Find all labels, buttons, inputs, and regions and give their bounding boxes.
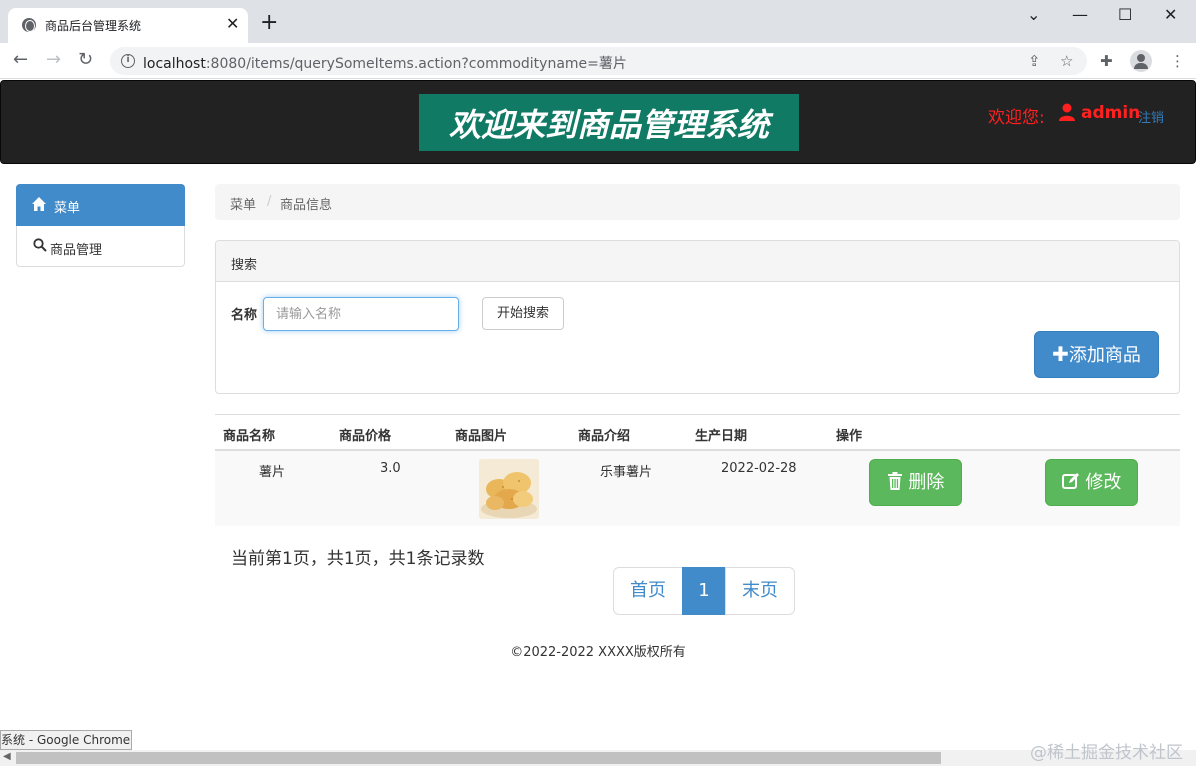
page-header: 欢迎来到商品管理系统 欢迎您: admin 注销 [0, 80, 1196, 164]
edit-label: 修改 [1085, 472, 1122, 493]
reload-icon[interactable]: ↻ [78, 50, 93, 70]
edit-button[interactable]: 修改 [1045, 459, 1138, 506]
panel-heading: 搜索 [216, 241, 1179, 282]
name-label: 名称 [231, 308, 258, 323]
search-button[interactable]: 开始搜索 [482, 297, 564, 330]
product-name: 薯片 [259, 465, 286, 480]
address-bar[interactable]: i localhost:8080/items/querySomeItems.ac… [110, 47, 1087, 75]
home-icon [32, 197, 46, 211]
footer-copyright: ©2022-2022 XXXX版权所有 [510, 645, 686, 660]
close-window-button[interactable]: ✕ [1164, 6, 1177, 24]
first-page-button[interactable]: 首页 [613, 567, 683, 615]
tab-title: 商品后台管理系统 [45, 19, 142, 33]
plus-icon: ✚ [1052, 342, 1069, 366]
breadcrumb-separator: / [267, 194, 272, 209]
search-panel: 搜索 名称 开始搜索 ✚添加商品 [215, 240, 1180, 394]
column-header: 商品名称 [223, 429, 276, 444]
trash-icon [887, 472, 902, 490]
browser-tab-bar: 商品后台管理系统 ✕ + ⌄ — ☐ ✕ [0, 0, 1196, 43]
url-path: :8080/items/querySomeItems.action?commod… [205, 56, 627, 72]
username: admin [1081, 103, 1141, 123]
info-icon[interactable]: i [121, 54, 135, 68]
product-price: 3.0 [380, 461, 401, 476]
add-product-label: 添加商品 [1068, 345, 1141, 366]
sidebar-item-label: 商品管理 [50, 243, 103, 258]
browser-toolbar: ← → ↻ i localhost:8080/items/querySomeIt… [0, 43, 1196, 79]
delete-label: 删除 [908, 472, 945, 493]
minimize-button[interactable]: — [1072, 6, 1088, 24]
product-image [479, 459, 539, 519]
tab-close-icon[interactable]: ✕ [226, 15, 239, 33]
breadcrumb-item-current: 商品信息 [280, 198, 333, 213]
forward-arrow-icon[interactable]: → [46, 50, 61, 70]
search-icon [33, 238, 47, 252]
user-icon [1059, 103, 1075, 121]
table-row: 薯片 3.0 乐事薯片 2022-02-28 删除 修改 [215, 451, 1180, 526]
more-menu-icon[interactable]: ⋮ [1170, 52, 1185, 70]
back-arrow-icon[interactable]: ← [13, 50, 28, 70]
sidebar-menu: 菜单 商品管理 [16, 184, 185, 267]
product-table: 商品名称 商品价格 商品图片 商品介绍 生产日期 操作 薯片 3.0 乐事薯片 … [215, 414, 1180, 526]
current-page-button[interactable]: 1 [682, 567, 726, 615]
column-header: 商品价格 [339, 429, 392, 444]
breadcrumb-item[interactable]: 菜单 [230, 194, 256, 213]
scrollbar-thumb[interactable] [16, 752, 941, 764]
logout-link[interactable]: 注销 [1138, 107, 1164, 126]
chevron-down-icon[interactable]: ⌄ [1027, 6, 1040, 24]
add-product-button[interactable]: ✚添加商品 [1034, 331, 1159, 378]
horizontal-scrollbar[interactable]: ◀ [0, 750, 1196, 766]
breadcrumb: 菜单 / 商品信息 [215, 184, 1180, 220]
url-text[interactable]: localhost:8080/items/querySomeItems.acti… [143, 53, 627, 73]
edit-icon [1061, 473, 1079, 489]
page-info: 当前第1页，共1页，共1条记录数 [231, 549, 485, 569]
last-page-button[interactable]: 末页 [725, 567, 795, 615]
extensions-icon[interactable]: ✚ [1100, 52, 1113, 70]
browser-tab[interactable]: 商品后台管理系统 ✕ [8, 8, 248, 43]
delete-button[interactable]: 删除 [869, 459, 962, 506]
production-date: 2022-02-28 [721, 461, 797, 476]
scroll-left-icon[interactable]: ◀ [3, 751, 11, 762]
new-tab-button[interactable]: + [260, 12, 278, 34]
profile-avatar-icon[interactable] [1130, 50, 1152, 72]
star-icon[interactable]: ☆ [1060, 52, 1073, 70]
maximize-button[interactable]: ☐ [1118, 6, 1132, 24]
sidebar-item-label: 菜单 [54, 201, 81, 216]
column-header: 商品图片 [455, 429, 508, 444]
url-host: localhost [143, 56, 206, 72]
column-header: 操作 [836, 429, 863, 444]
sidebar-item-menu[interactable]: 菜单 [16, 184, 185, 226]
search-input[interactable] [263, 297, 459, 331]
panel-title: 搜索 [231, 258, 258, 273]
banner-title: 欢迎来到商品管理系统 [448, 106, 769, 144]
globe-icon [22, 18, 36, 32]
watermark: @稀土掘金技术社区 [1030, 743, 1183, 763]
table-header: 商品名称 商品价格 商品图片 商品介绍 生产日期 操作 [215, 414, 1180, 451]
product-description: 乐事薯片 [600, 465, 653, 480]
status-tooltip: 系统 - Google Chrome [0, 730, 132, 750]
banner: 欢迎来到商品管理系统 [419, 94, 799, 151]
welcome-text: 欢迎您: [988, 108, 1045, 128]
column-header: 生产日期 [695, 429, 748, 444]
column-header: 商品介绍 [578, 429, 631, 444]
sidebar-item-product-management[interactable]: 商品管理 [17, 226, 184, 267]
share-icon[interactable]: ⇪ [1028, 52, 1041, 70]
